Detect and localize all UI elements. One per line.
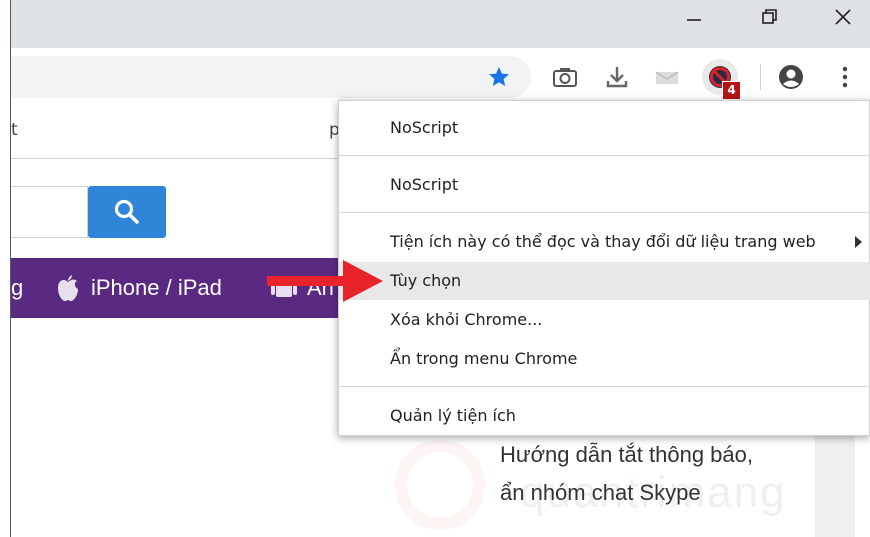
menu-separator: [339, 386, 870, 387]
page-text-fragment: t: [11, 120, 18, 140]
article-side-panel: [815, 436, 855, 537]
submenu-arrow-icon: [855, 236, 862, 248]
screenshot-extension-button[interactable]: [550, 62, 580, 92]
download-icon: [606, 67, 628, 88]
address-bar[interactable]: [11, 56, 531, 98]
more-vert-icon: [842, 66, 848, 88]
noscript-extension-button[interactable]: 4: [700, 57, 741, 100]
apple-icon: [58, 275, 78, 301]
nav-item-fragment[interactable]: g: [11, 275, 23, 301]
annotation-arrow-icon: [267, 260, 383, 302]
site-search-button[interactable]: [88, 186, 166, 238]
toolbar-separator: [760, 64, 761, 90]
account-icon: [779, 65, 803, 89]
site-search-input[interactable]: [11, 186, 88, 238]
restore-button[interactable]: [742, 0, 798, 34]
article-link[interactable]: Hướng dẫn tắt thông báo, ẩn nhóm chat Sk…: [500, 436, 753, 512]
menu-separator: [339, 155, 870, 156]
menu-item-extension-name[interactable]: NoScript: [339, 109, 870, 147]
close-icon: [835, 9, 851, 25]
minimize-icon: [687, 19, 701, 21]
article-title-line: ẩn nhóm chat Skype: [500, 480, 701, 505]
menu-item-remove-from-chrome[interactable]: Xóa khỏi Chrome...: [339, 301, 870, 339]
bookmark-star-button[interactable]: [484, 62, 514, 92]
profile-button[interactable]: [776, 62, 806, 92]
menu-item-site-access[interactable]: Tiện ích này có thể đọc và thay đổi dữ l…: [339, 223, 870, 261]
extension-context-menu: NoScript NoScript Tiện ích này có thể đọ…: [338, 100, 870, 436]
search-icon: [114, 199, 139, 224]
article-title-line: Hướng dẫn tắt thông báo,: [500, 442, 753, 467]
menu-item-hide-in-menu[interactable]: Ẩn trong menu Chrome: [339, 340, 870, 378]
page-header-row: t p: [11, 106, 351, 159]
mail-extension-button[interactable]: [652, 62, 682, 92]
download-extension-button[interactable]: [602, 62, 632, 92]
menu-separator: [339, 212, 870, 213]
watermark-logo: [395, 440, 485, 530]
window-left-border: [0, 0, 11, 537]
browser-toolbar: [11, 48, 870, 106]
menu-item-manage-extensions[interactable]: Quản lý tiện ích: [339, 397, 870, 435]
star-icon: [489, 67, 509, 86]
menu-item-extension-homepage[interactable]: NoScript: [339, 166, 870, 204]
menu-item-options[interactable]: Tùy chọn: [339, 262, 870, 300]
chrome-menu-button[interactable]: [830, 62, 860, 92]
noscript-badge: 4: [722, 81, 741, 100]
mail-icon: [655, 71, 679, 84]
camera-icon: [553, 68, 577, 87]
close-window-button[interactable]: [815, 0, 870, 34]
minimize-button[interactable]: [666, 0, 722, 34]
nav-item-iphone-ipad[interactable]: iPhone / iPad: [91, 275, 222, 301]
restore-icon: [762, 9, 777, 24]
